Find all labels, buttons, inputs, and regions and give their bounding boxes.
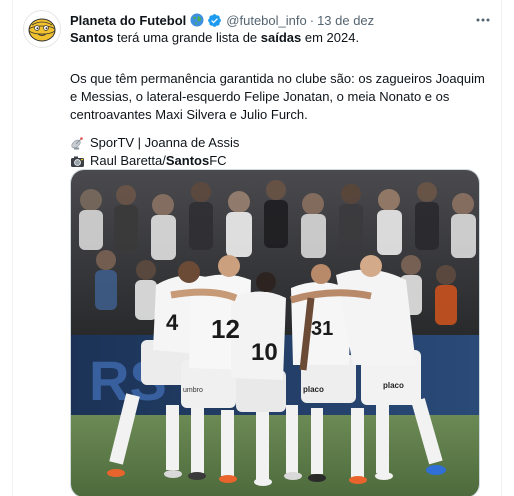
- tweet-text-paragraph: Os que têm permanência garantida no club…: [70, 71, 485, 122]
- ball-logo-icon: [25, 12, 59, 46]
- column-border-left: [12, 0, 13, 496]
- author-name[interactable]: Planeta do Futebol: [70, 13, 186, 28]
- credit-photo: Raul Baretta/Santos FC: [70, 152, 227, 170]
- sponsor-label: placo: [383, 381, 404, 390]
- text-segment: terá uma grande lista de: [113, 30, 261, 45]
- tweet-photo[interactable]: RS 4 12 10 31 placo placo umbro: [70, 169, 480, 496]
- jersey-number-10: 10: [251, 339, 278, 366]
- credit-source: SporTV | Joanna de Assis: [70, 134, 239, 152]
- team-huddle-image: RS 4 12 10 31 placo placo umbro: [71, 170, 479, 496]
- header-separator: ·: [309, 12, 315, 28]
- tweet-timestamp[interactable]: 13 de dez: [317, 13, 374, 28]
- timeline-frame: Planeta do Futebol @futebol_info · 13 de…: [0, 0, 514, 496]
- tweet-body: Planeta do Futebol @futebol_info · 13 de…: [70, 10, 493, 496]
- bold-word-santos: Santos: [70, 30, 114, 45]
- credit-photo-bold: Santos: [165, 153, 210, 168]
- author-handle[interactable]: @futebol_info: [226, 13, 306, 28]
- credit-photo-prefix: Raul Baretta/: [90, 153, 166, 168]
- bold-word-saidas: saídas: [260, 30, 302, 45]
- camera-icon: [70, 154, 85, 169]
- jersey-number-12: 12: [211, 314, 240, 344]
- tweet-text-line1: Santos terá uma grande lista de saídas e…: [70, 29, 359, 47]
- jersey-number-31: 31: [311, 318, 333, 340]
- verified-badge-icon[interactable]: [207, 13, 222, 28]
- jersey-number-4: 4: [166, 310, 179, 335]
- brand-label: umbro: [183, 387, 203, 394]
- credit-photo-suffix: FC: [209, 153, 227, 168]
- tweet-header: Planeta do Futebol @futebol_info · 13 de…: [70, 10, 493, 30]
- globe-emoji-icon: [190, 13, 204, 27]
- more-options-icon[interactable]: [473, 10, 493, 30]
- sponsor-label: placo: [303, 385, 324, 394]
- credit-source-text: SporTV | Joanna de Assis: [90, 135, 240, 150]
- satellite-antenna-icon: [70, 136, 85, 151]
- author-avatar[interactable]: [23, 10, 61, 48]
- text-segment: em 2024.: [301, 30, 360, 45]
- column-border-right: [501, 0, 502, 496]
- pitch: [71, 415, 479, 496]
